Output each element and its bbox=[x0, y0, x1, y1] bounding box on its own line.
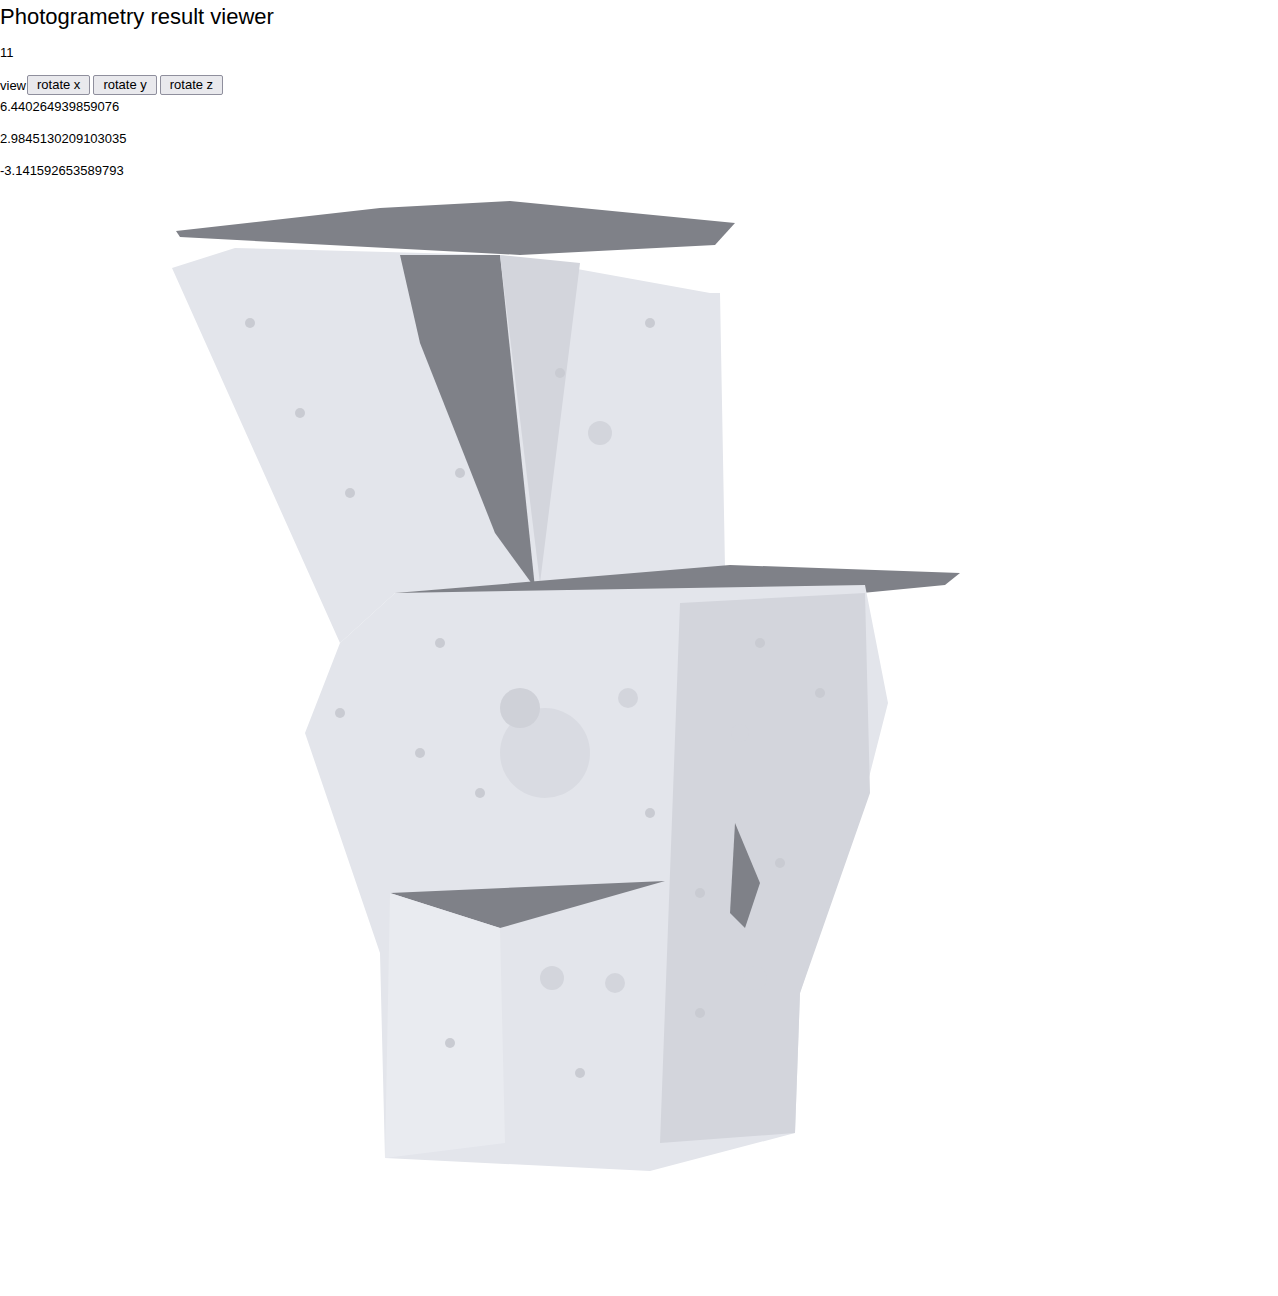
model-canvas[interactable] bbox=[0, 193, 1278, 1283]
count-label: 11 bbox=[0, 43, 1278, 62]
rotation-value: -3.141592653589793 bbox=[0, 161, 1278, 180]
rotation-value: 6.440264939859076 bbox=[0, 97, 1278, 116]
view-label: view bbox=[0, 76, 26, 95]
rotation-values: 6.440264939859076 2.9845130209103035 -3.14… bbox=[0, 97, 1278, 180]
rotate-button[interactable]: rotate y bbox=[93, 75, 156, 95]
rotate-button[interactable]: rotate x bbox=[27, 75, 90, 95]
page-title: Photogrametry result viewer bbox=[0, 4, 1278, 30]
rotation-value: 2.9845130209103035 bbox=[0, 129, 1278, 148]
rotate-button[interactable]: rotate z bbox=[160, 75, 223, 95]
view-controls: viewrotate xrotate yrotate z bbox=[0, 75, 1278, 95]
